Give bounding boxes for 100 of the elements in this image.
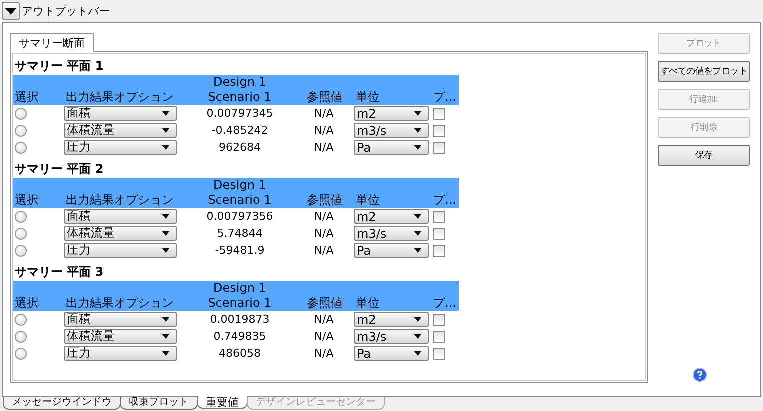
caret-icon (414, 334, 422, 339)
value-cell: 962684 (219, 141, 261, 154)
caret-icon (162, 145, 170, 150)
column-header: 出力結果オプション (66, 193, 174, 207)
radio-button[interactable] (15, 108, 27, 120)
caret-icon (414, 351, 422, 356)
column-header: 参照値 (307, 193, 343, 207)
plot-checkbox[interactable] (433, 210, 445, 222)
column-header: 単位 (356, 193, 380, 207)
column-header: 選択 (15, 296, 39, 310)
caret-icon (414, 214, 422, 219)
column-header: 出力結果オプション (66, 296, 174, 310)
radio-button[interactable] (15, 330, 27, 342)
caret-icon (414, 317, 422, 322)
panel-tab[interactable]: サマリー断面 (10, 33, 94, 52)
column-header: Design 1 (212, 281, 268, 296)
caret-icon (414, 111, 422, 116)
column-header: Design 1 (212, 75, 268, 90)
column-header: 単位 (356, 90, 380, 104)
dropdown[interactable]: 体積流量 (64, 123, 177, 138)
dropdown[interactable]: Pa (354, 346, 429, 361)
bottom-tab[interactable]: メッセージウインドウ (3, 397, 121, 410)
value-cell: 0.0019873 (210, 313, 270, 326)
value-cell: 0.00797356 (206, 210, 274, 223)
dropdown[interactable]: m2 (354, 106, 429, 121)
plot-checkbox[interactable] (433, 124, 445, 136)
column-header: Design 1 (212, 178, 268, 193)
value-cell: 0.00797345 (206, 107, 274, 120)
dropdown[interactable]: 圧力 (64, 346, 177, 361)
plot-checkbox[interactable] (433, 142, 445, 154)
radio-button[interactable] (15, 142, 27, 154)
value-cell: -0.485242 (212, 124, 268, 137)
section-title: サマリー 平面 2 (14, 161, 104, 178)
radio-button[interactable] (15, 348, 27, 360)
caret-icon (414, 231, 422, 236)
column-header: Scenario 1 (207, 193, 273, 208)
dropdown[interactable]: 圧力 (64, 140, 177, 155)
column-header: 選択 (15, 193, 39, 207)
reference-cell: N/A (314, 244, 334, 257)
dropdown[interactable]: 圧力 (64, 243, 177, 258)
radio-button[interactable] (15, 124, 27, 136)
caret-icon (414, 248, 422, 253)
column-header: 選択 (15, 90, 39, 104)
radio-button[interactable] (15, 228, 27, 240)
reference-cell: N/A (314, 107, 334, 120)
radio-button[interactable] (15, 244, 27, 256)
action-button[interactable]: すべての値をプロット (658, 61, 750, 82)
dropdown[interactable]: Pa (354, 243, 429, 258)
reference-cell: N/A (314, 330, 334, 343)
plot-checkbox[interactable] (433, 244, 445, 256)
dropdown[interactable]: m2 (354, 209, 429, 224)
dropdown[interactable]: 体積流量 (64, 226, 177, 241)
dropdown[interactable]: m3/s (354, 123, 429, 138)
column-header: プ... (433, 90, 456, 104)
dropdown[interactable]: 面積 (64, 106, 177, 121)
dropdown[interactable]: 体積流量 (64, 329, 177, 344)
caret-icon (414, 145, 422, 150)
dropdown[interactable]: m3/s (354, 226, 429, 241)
value-cell: 5.74844 (217, 227, 263, 240)
reference-cell: N/A (314, 313, 334, 326)
dropdown[interactable]: m3/s (354, 329, 429, 344)
panel-title: アウトプットバー (22, 4, 110, 18)
column-header: 単位 (356, 296, 380, 310)
caret-icon (162, 111, 170, 116)
plot-checkbox[interactable] (433, 228, 445, 240)
caret-icon (162, 214, 170, 219)
column-header: プ... (433, 296, 456, 310)
reference-cell: N/A (314, 141, 334, 154)
plot-checkbox[interactable] (433, 314, 445, 326)
section-title: サマリー 平面 3 (14, 264, 104, 281)
reference-cell: N/A (314, 124, 334, 137)
caret-icon (162, 128, 170, 133)
dropdown[interactable]: 面積 (64, 312, 177, 327)
caret-icon (5, 8, 17, 14)
caret-icon (162, 231, 170, 236)
column-header: プ... (433, 193, 456, 207)
bottom-tab[interactable]: 重要値 (197, 396, 248, 409)
plot-checkbox[interactable] (433, 330, 445, 342)
caret-icon (162, 334, 170, 339)
value-cell: -59481.9 (215, 244, 265, 257)
column-header: Scenario 1 (207, 90, 273, 105)
column-header: 参照値 (307, 90, 343, 104)
dropdown[interactable]: 面積 (64, 209, 177, 224)
help-icon[interactable] (693, 368, 707, 382)
radio-button[interactable] (15, 314, 27, 326)
section-title: サマリー 平面 1 (14, 58, 104, 75)
caret-icon (162, 317, 170, 322)
reference-cell: N/A (314, 210, 334, 223)
dropdown[interactable]: m2 (354, 312, 429, 327)
plot-checkbox[interactable] (433, 348, 445, 360)
menu-dropdown-button[interactable] (2, 2, 20, 20)
dropdown[interactable]: Pa (354, 140, 429, 155)
caret-icon (162, 351, 170, 356)
value-cell: 0.749835 (214, 330, 266, 343)
action-button[interactable]: 保存 (658, 145, 750, 166)
column-header: 参照値 (307, 296, 343, 310)
plot-checkbox[interactable] (433, 108, 445, 120)
radio-button[interactable] (15, 210, 27, 222)
caret-icon (162, 248, 170, 253)
bottom-tab[interactable]: 収束プロット (120, 397, 198, 410)
